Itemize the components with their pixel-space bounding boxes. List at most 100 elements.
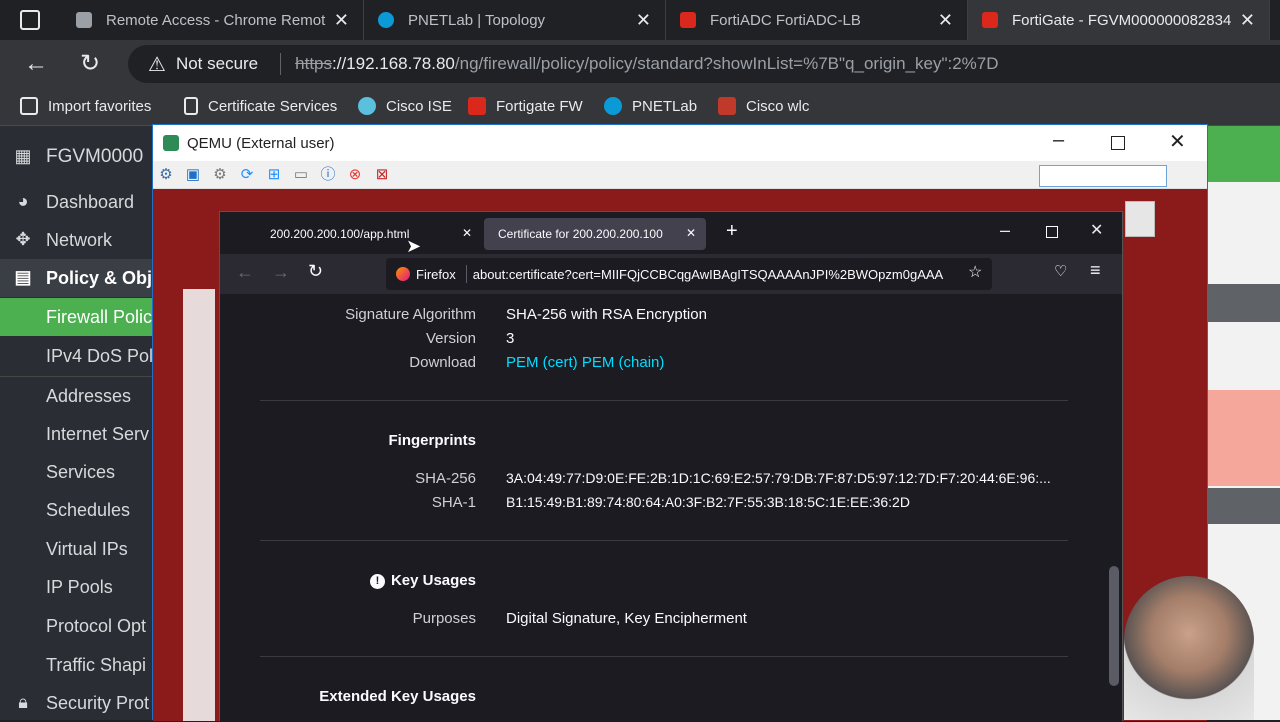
dashboard-icon: ◕ [17,191,29,211]
section-divider [260,400,1068,401]
stop-icon[interactable]: ⊗ [346,166,364,184]
download-chain-link[interactable]: PEM (chain) [582,354,665,371]
tab-fortiadc[interactable]: FortiADC FortiADC-LB ✕ [666,0,968,40]
fortinet-icon [468,97,486,115]
ff-tab-app[interactable]: 200.200.200.100/app.html ✕ [256,218,480,250]
close-icon[interactable]: ✕ [1090,220,1103,240]
sidebar-item-protocol-options[interactable]: Protocol Opt [0,607,152,645]
reload-icon[interactable]: ↻ [308,261,323,282]
security-status[interactable]: Not secure [176,54,258,74]
field-label: Version [425,330,476,347]
close-icon[interactable]: ✕ [636,10,651,31]
close-icon[interactable]: ✕ [1169,129,1186,154]
bookmark-label: Fortigate FW [496,97,583,115]
cisco-icon [718,97,736,115]
back-icon[interactable]: ← [24,50,48,78]
firefox-label: Firefox [416,266,456,282]
sidebar-item-network[interactable]: ✥ Network [0,221,152,259]
maximize-icon[interactable] [1046,226,1058,238]
qemu-eye-icon [163,135,179,151]
scrollbar-thumb[interactable] [1109,566,1119,686]
firefox-logo-icon [396,267,410,281]
close-icon[interactable]: ✕ [1240,10,1255,31]
forward-icon[interactable]: → [272,262,290,283]
sidebar-item-policy-objects[interactable]: ▤ Policy & Obj [0,259,152,297]
omnibox[interactable]: ⚠ Not secure https ://192.168.78.80 /ng/… [128,45,1280,83]
info-icon[interactable]: ⓘ [319,166,337,184]
tab-title: FortiADC FortiADC-LB [710,11,861,29]
refresh-icon[interactable]: ⟳ [238,166,256,184]
fullscreen-icon[interactable]: ▣ [184,166,202,184]
network-icon: ✥ [15,229,31,249]
sidebar-item-firewall-policy[interactable]: Firewall Polic [0,298,152,336]
bookmark-label: Cisco wlc [746,97,810,115]
url-path: /ng/firewall/policy/policy/standard?show… [454,54,999,73]
guest-desktop: 200.200.200.100/app.html ✕ Certificate f… [153,189,1207,722]
reload-icon[interactable]: ↻ [80,49,100,78]
tab-title: PNETLab | Topology [408,11,546,29]
fortigate-sidebar: ▦ FGVM0000 ◕ Dashboard ✥ Network ▤ Policy & … [0,126,152,720]
bookmark-star-icon[interactable]: ☆ [968,262,982,282]
back-icon[interactable]: ← [236,262,254,283]
sidebar-item-security-profiles[interactable]: 🔒︎ Security Prot [0,684,152,722]
url-divider [280,53,282,75]
desktop-file-icon[interactable] [1125,201,1155,237]
close-icon[interactable]: ✕ [686,226,696,240]
minimize-icon[interactable]: – [1053,129,1064,152]
firefox-window: 200.200.200.100/app.html ✕ Certificate f… [219,211,1123,722]
keyboard-icon[interactable]: ⚙ [157,166,175,184]
sidebar-item-virtual-ips[interactable]: Virtual IPs [0,530,152,568]
firefox-url-bar[interactable]: Firefox about:certificate?cert=MIIFQjCCB… [386,258,992,290]
bookmark-label: Cisco ISE [386,97,452,115]
download-cert-link[interactable]: PEM (cert) [506,354,578,371]
bookmark-certificate-services[interactable]: Certificate Services [184,97,337,115]
scrollbar-track[interactable] [1106,294,1122,722]
url-divider [465,265,467,283]
field-label: Download [409,354,476,371]
bookmark-pnetlab[interactable]: PNETLab [604,97,697,115]
extended-key-usages-heading: Extended Key Usages [319,688,476,705]
ff-tab-title: 200.200.200.100/app.html [270,227,410,241]
pnetlab-icon [604,97,622,115]
bookmark-cisco-ise[interactable]: Cisco ISE [358,97,452,115]
new-tab-button[interactable]: + [726,220,738,243]
firefox-tab-strip: 200.200.200.100/app.html ✕ Certificate f… [220,212,1122,254]
sha1-value: B1:15:49:B1:89:74:80:64:A0:3F:B2:7F:55:3… [506,494,910,510]
pocket-icon[interactable]: ♡ [1054,262,1067,280]
settings-icon[interactable]: ⚙ [211,166,229,184]
close-icon[interactable]: ✕ [462,226,472,240]
sidebar-item-internet-service[interactable]: Internet Serv [0,415,152,453]
qemu-search-input[interactable] [1039,165,1167,187]
disconnect-icon[interactable]: ⊠ [373,166,391,184]
sidebar-item-traffic-shaping[interactable]: Traffic Shapi [0,646,152,684]
clipboard-icon[interactable]: ▭ [292,166,310,184]
close-icon[interactable]: ✕ [938,10,953,31]
sidebar-item-ip-pools[interactable]: IP Pools [0,568,152,606]
bookmark-cisco-wlc[interactable]: Cisco wlc [718,97,809,115]
fortiadc-icon [680,12,696,28]
bookmark-import-favorites[interactable]: Import favorites [20,97,151,115]
sidebar-item-schedules[interactable]: Schedules [0,491,152,529]
row-strip [1207,488,1280,524]
ff-tab-certificate[interactable]: Certificate for 200.200.200.100 ✕ [484,218,706,250]
highlight-row [1207,390,1280,486]
device-icon: ▦ [14,146,32,166]
tab-pnetlab[interactable]: PNETLab | Topology ✕ [364,0,666,40]
menu-icon[interactable]: ≡ [1090,260,1101,281]
document-icon: ▤ [14,267,32,287]
url-host: ://192.168.78.80 [332,54,455,73]
sha256-value: 3A:04:49:77:D9:0E:FE:2B:1D:1C:69:E2:57:7… [506,470,1051,486]
sidebar-item-ipv4-dos[interactable]: IPv4 DoS Pol [0,337,152,375]
sidebar-item-services[interactable]: Services [0,453,152,491]
sidebar-item-addresses[interactable]: Addresses [0,377,152,415]
tab-search-icon[interactable] [20,10,40,30]
tab-remote-access[interactable]: Remote Access - Chrome Remote ✕ [62,0,364,40]
minimize-icon[interactable]: – [1000,220,1010,241]
maximize-icon[interactable] [1111,136,1125,150]
sidebar-item-dashboard[interactable]: ◕ Dashboard [0,183,152,221]
qemu-toolbar: ⚙ ▣ ⚙ ⟳ ⊞ ▭ ⓘ ⊗ ⊠ [153,161,1207,189]
tab-fortigate[interactable]: FortiGate - FGVM000000082834 ✕ [968,0,1270,40]
bookmark-fortigate-fw[interactable]: Fortigate FW [468,97,583,115]
windows-icon[interactable]: ⊞ [265,166,283,184]
close-icon[interactable]: ✕ [334,10,349,31]
